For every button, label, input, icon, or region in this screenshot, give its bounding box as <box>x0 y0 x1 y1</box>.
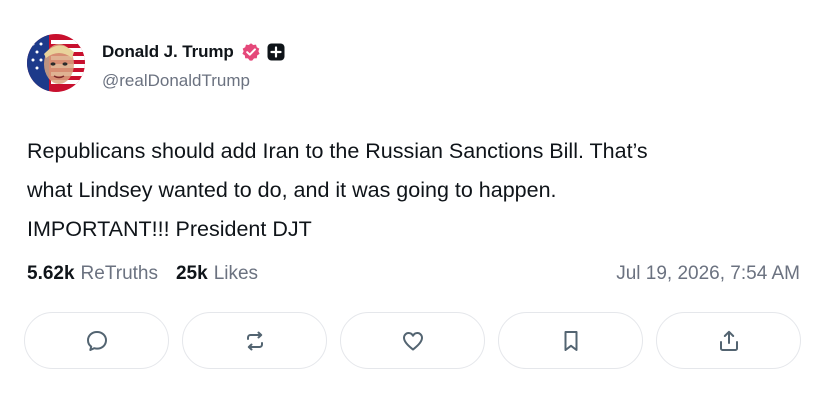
bookmark-icon <box>564 330 577 351</box>
likes-stat[interactable]: 25k Likes <box>176 263 258 285</box>
author-handle[interactable]: @realDonaldTrump <box>102 71 250 91</box>
likes-label: Likes <box>213 263 259 284</box>
post-timestamp[interactable]: Jul 19, 2026, 7:54 AM <box>616 263 800 285</box>
avatar-image <box>27 34 85 92</box>
post-line: Republicans should add Iran to the Russi… <box>27 139 648 163</box>
retruth-button[interactable] <box>182 312 327 369</box>
like-icon <box>402 331 423 350</box>
retruth-icon <box>246 331 263 350</box>
retruths-count: 5.62k <box>27 263 75 284</box>
author-display-name[interactable]: Donald J. Trump <box>102 42 234 62</box>
post-stats: 5.62k ReTruths 25k Likes Jul 19, 2026, 7… <box>27 261 800 287</box>
post-line: IMPORTANT!!! President DJT <box>27 217 312 241</box>
plus-square-icon[interactable] <box>267 43 285 61</box>
share-icon <box>719 330 738 351</box>
like-button[interactable] <box>340 312 485 369</box>
retruths-stat[interactable]: 5.62k ReTruths <box>27 263 158 285</box>
retruths-label: ReTruths <box>80 263 158 284</box>
likes-count: 25k <box>175 263 208 284</box>
avatar[interactable] <box>27 34 85 92</box>
post-card: Donald J. Trump @realDonaldTrump Republi… <box>0 0 840 396</box>
post-line: what Lindsey wanted to do, and it was go… <box>27 178 557 202</box>
bookmark-button[interactable] <box>498 312 643 369</box>
verified-badge-icon <box>241 42 261 62</box>
author-row: Donald J. Trump <box>102 40 285 64</box>
reply-icon <box>86 330 107 351</box>
post-body: Republicans should add Iran to the Russi… <box>27 132 817 249</box>
action-bar <box>24 312 801 369</box>
share-button[interactable] <box>656 312 801 369</box>
reply-button[interactable] <box>24 312 169 369</box>
